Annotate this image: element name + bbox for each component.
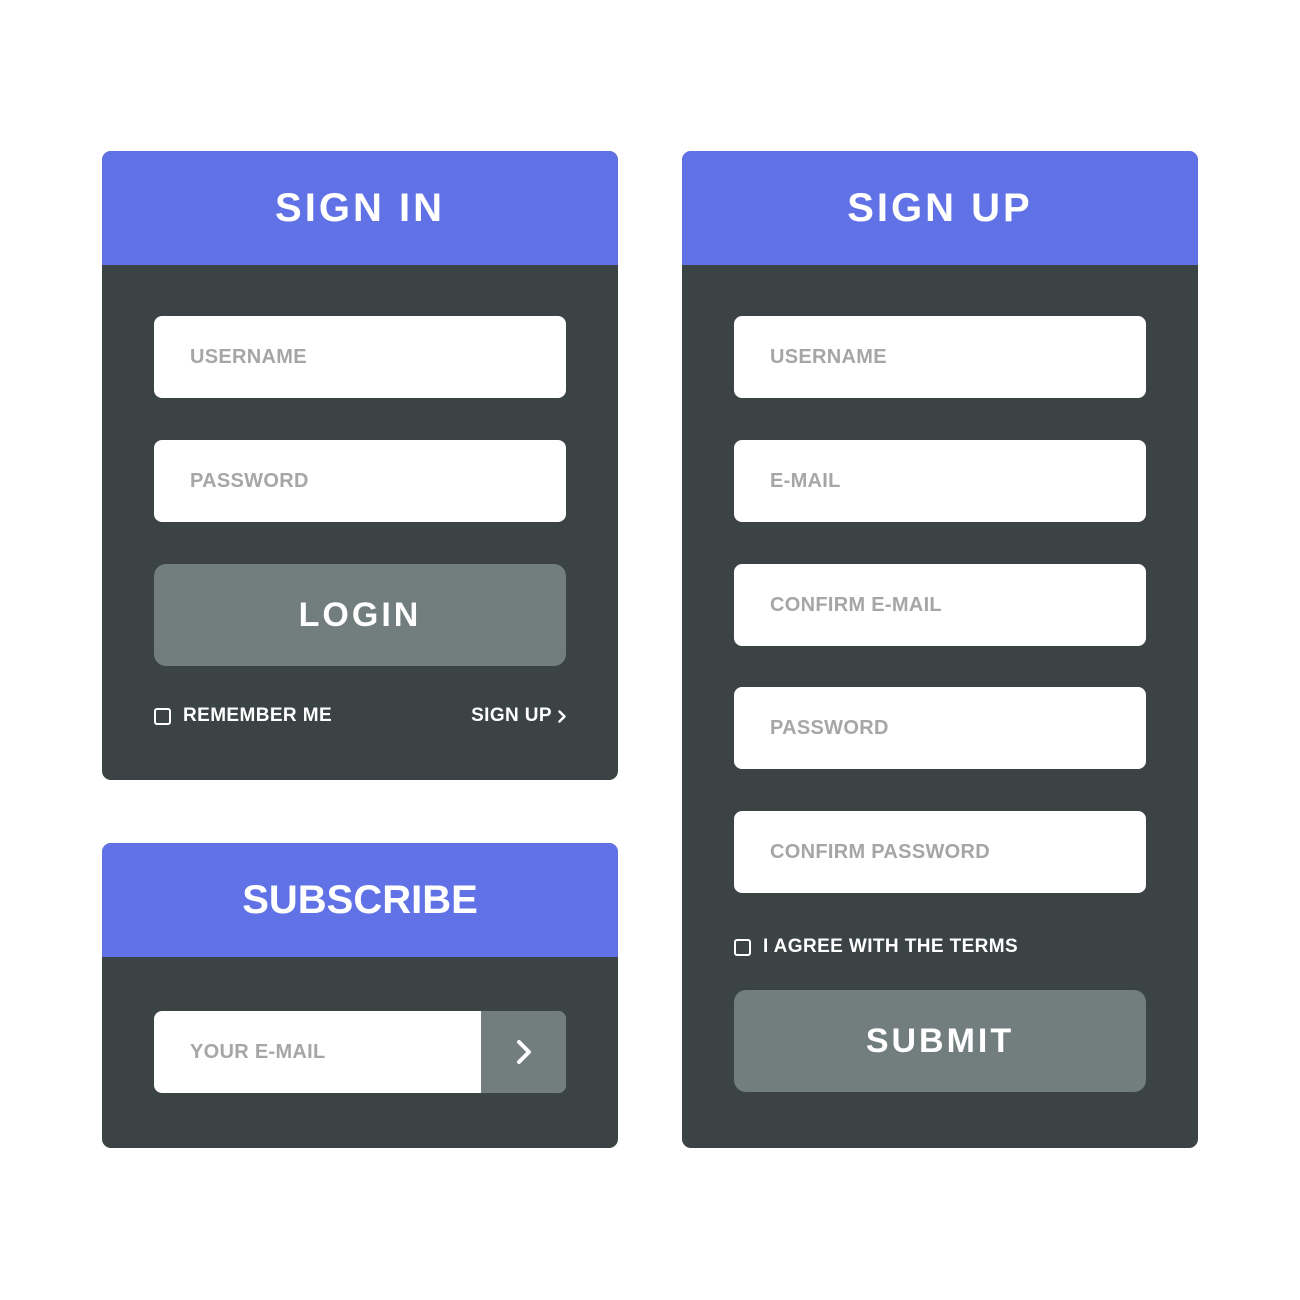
terms-row[interactable]: I AGREE WITH THE TERMS [734, 936, 1018, 958]
chevron-right-icon [516, 1040, 531, 1064]
confirm-email-field[interactable]: CONFIRM E-MAIL [734, 564, 1146, 646]
subscribe-email-placeholder: YOUR E-MAIL [190, 1040, 326, 1063]
signup-username-field[interactable]: USERNAME [734, 316, 1146, 398]
sign-in-title: SIGN IN [102, 151, 618, 265]
remember-me-row[interactable]: REMEMBER ME [154, 705, 332, 727]
signup-email-field[interactable]: E-MAIL [734, 440, 1146, 522]
signup-password-field[interactable]: PASSWORD [734, 687, 1146, 769]
terms-checkbox[interactable] [734, 938, 751, 956]
sign-up-title: SIGN UP [682, 151, 1198, 265]
chevron-right-icon [558, 709, 566, 723]
remember-me-checkbox[interactable] [154, 707, 171, 725]
username-placeholder: USERNAME [190, 345, 307, 368]
signup-password-placeholder: PASSWORD [770, 716, 889, 739]
signup-username-placeholder: USERNAME [770, 345, 887, 368]
terms-label: I AGREE WITH THE TERMS [763, 936, 1019, 957]
sign-in-panel: SIGN IN USERNAME PASSWORD LOGIN REMEMBER… [102, 151, 618, 780]
confirm-email-placeholder: CONFIRM E-MAIL [770, 593, 942, 616]
confirm-password-placeholder: CONFIRM PASSWORD [770, 840, 990, 863]
login-button[interactable]: LOGIN [154, 564, 566, 666]
subscribe-panel: SUBSCRIBE YOUR E-MAIL [102, 843, 618, 1148]
subscribe-submit-button[interactable] [481, 1011, 566, 1093]
sign-up-link[interactable]: SIGN UP [471, 705, 566, 727]
signup-email-placeholder: E-MAIL [770, 469, 841, 492]
sign-up-panel: SIGN UP USERNAME E-MAIL CONFIRM E-MAIL P… [682, 151, 1198, 1148]
remember-me-label: REMEMBER ME [183, 705, 333, 726]
username-field[interactable]: USERNAME [154, 316, 566, 398]
submit-button[interactable]: SUBMIT [734, 990, 1146, 1092]
sign-up-link-label: SIGN UP [471, 705, 552, 726]
confirm-password-field[interactable]: CONFIRM PASSWORD [734, 811, 1146, 893]
subscribe-email-field[interactable]: YOUR E-MAIL [154, 1011, 566, 1093]
password-placeholder: PASSWORD [190, 469, 309, 492]
subscribe-title: SUBSCRIBE [102, 843, 618, 957]
password-field[interactable]: PASSWORD [154, 440, 566, 522]
